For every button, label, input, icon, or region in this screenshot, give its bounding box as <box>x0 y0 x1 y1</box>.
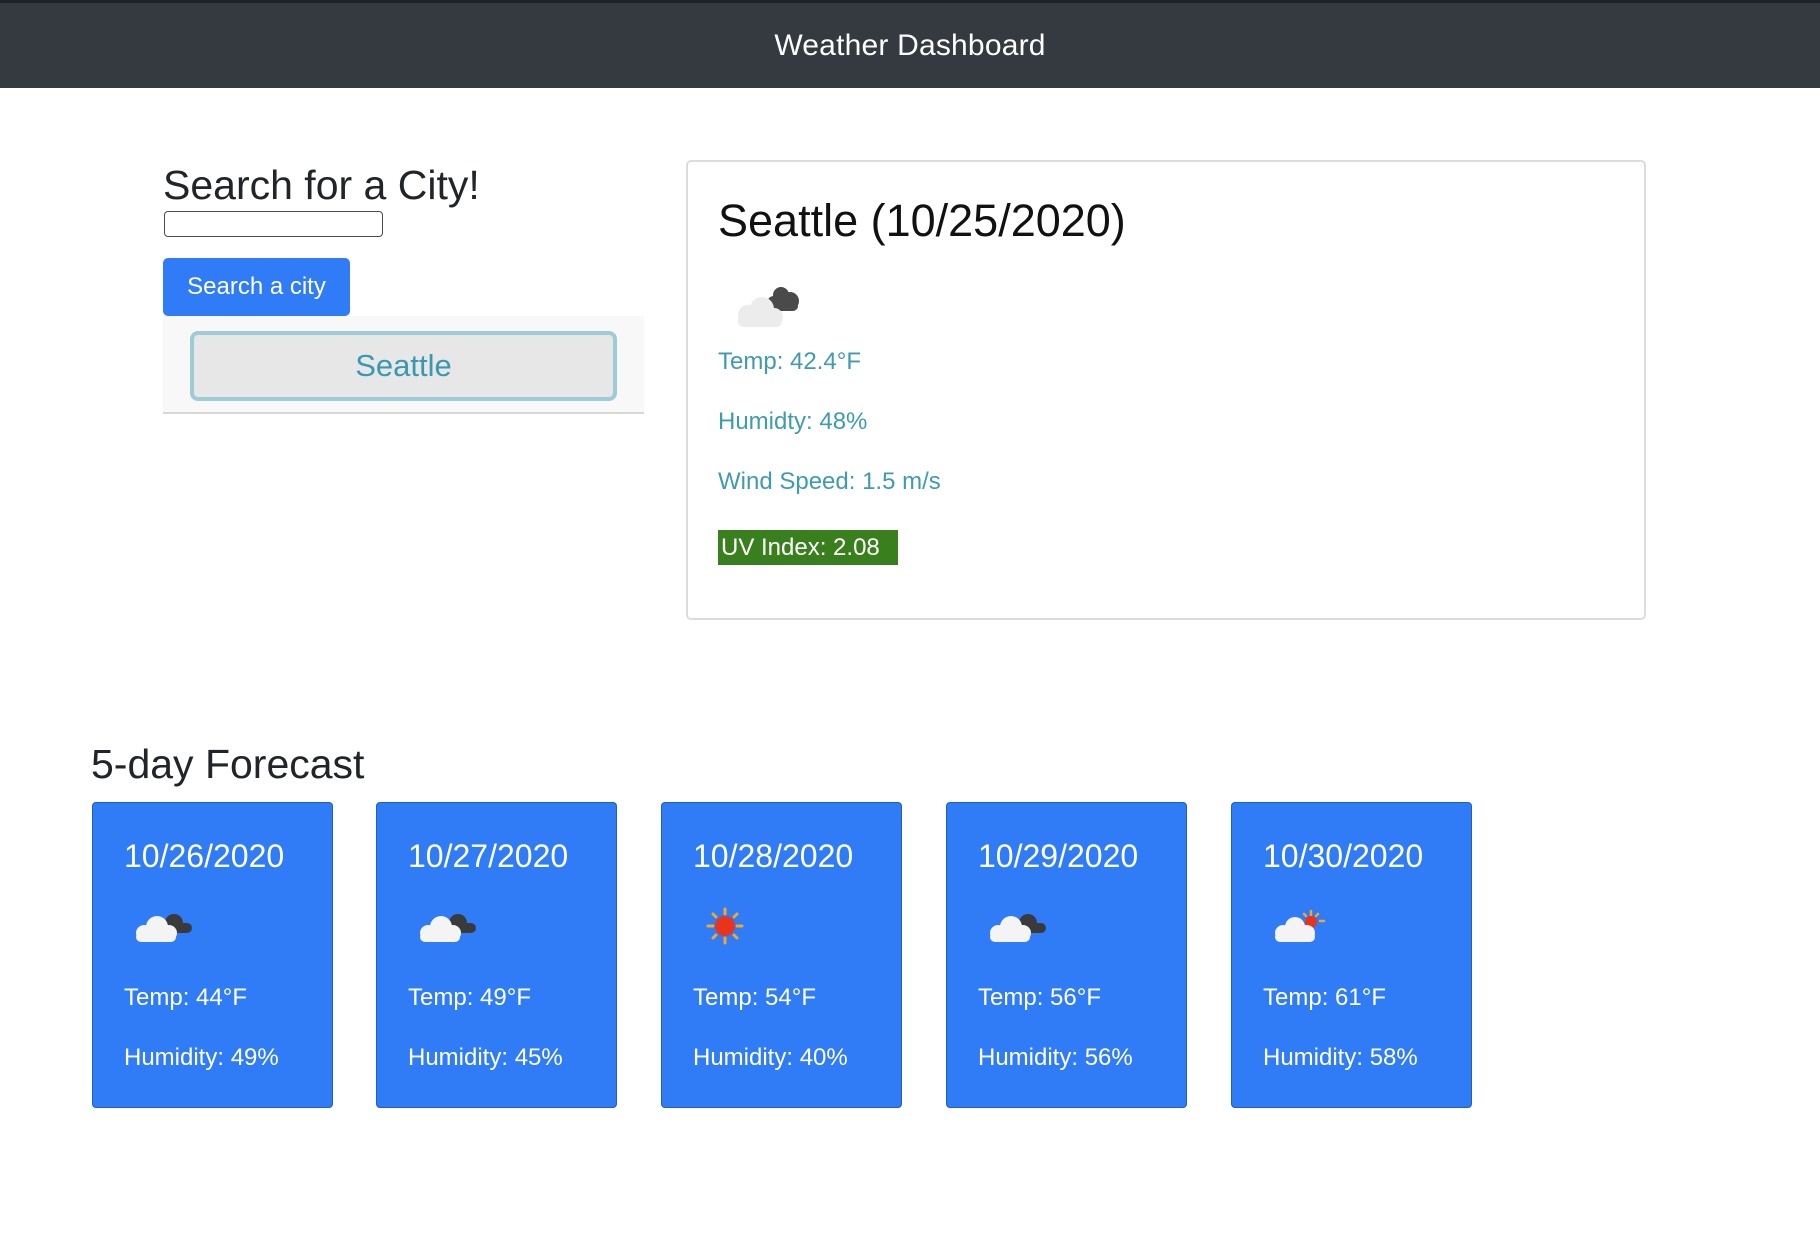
forecast-humidity: Humidity: 45% <box>408 1044 563 1071</box>
forecast-temp: Temp: 54°F <box>693 984 816 1011</box>
forecast-card: 10/30/2020 Temp: 61°F Humidity: 58% <box>1231 802 1472 1108</box>
forecast-humidity: Humidity: 40% <box>693 1044 848 1071</box>
forecast-date: 10/27/2020 <box>408 838 569 874</box>
forecast-temp: Temp: 49°F <box>408 984 531 1011</box>
forecast-date: 10/26/2020 <box>124 838 285 874</box>
current-humidity: Humidty: 48% <box>718 408 868 435</box>
forecast-heading: 5-day Forecast <box>91 741 365 787</box>
current-city-title: Seattle (10/25/2020) <box>718 195 1126 246</box>
forecast-date: 10/28/2020 <box>693 838 854 874</box>
history-item-seattle[interactable]: Seattle <box>190 331 617 401</box>
forecast-card: 10/29/2020 Temp: 56°F Humidity: 56% <box>946 802 1187 1108</box>
current-wind-speed: Wind Speed: 1.5 m/s <box>718 468 941 495</box>
sun-icon <box>706 907 744 945</box>
cloudy-icon <box>136 914 192 942</box>
uv-index-badge: UV Index: 2.08 <box>718 530 898 565</box>
forecast-temp: Temp: 44°F <box>124 984 247 1011</box>
search-history-list: Seattle <box>163 316 644 414</box>
forecast-humidity: Humidity: 56% <box>978 1044 1133 1071</box>
forecast-humidity: Humidity: 49% <box>124 1044 279 1071</box>
forecast-card: 10/27/2020 Temp: 49°F Humidity: 45% <box>376 802 617 1108</box>
app-title: Weather Dashboard <box>774 28 1046 62</box>
forecast-date: 10/29/2020 <box>978 838 1139 874</box>
current-temp: Temp: 42.4°F <box>718 348 861 375</box>
navbar: Weather Dashboard <box>0 0 1820 88</box>
search-city-button[interactable]: Search a city <box>163 258 350 316</box>
partly-sunny-icon <box>1275 909 1326 942</box>
forecast-temp: Temp: 61°F <box>1263 984 1386 1011</box>
city-search-input[interactable] <box>164 211 383 237</box>
cloudy-icon <box>990 914 1046 942</box>
forecast-humidity: Humidity: 58% <box>1263 1044 1418 1071</box>
cloudy-icon <box>420 914 476 942</box>
current-weather-card: Seattle (10/25/2020) Temp: 42.4°F Humidt… <box>686 160 1646 620</box>
broken-clouds-icon <box>738 287 799 327</box>
forecast-temp: Temp: 56°F <box>978 984 1101 1011</box>
search-heading: Search for a City! <box>163 162 480 208</box>
forecast-date: 10/30/2020 <box>1263 838 1424 874</box>
forecast-card: 10/26/2020 Temp: 44°F Humidity: 49% <box>92 802 333 1108</box>
forecast-card: 10/28/2020 Temp: 54°F Humidity: 40% <box>661 802 902 1108</box>
